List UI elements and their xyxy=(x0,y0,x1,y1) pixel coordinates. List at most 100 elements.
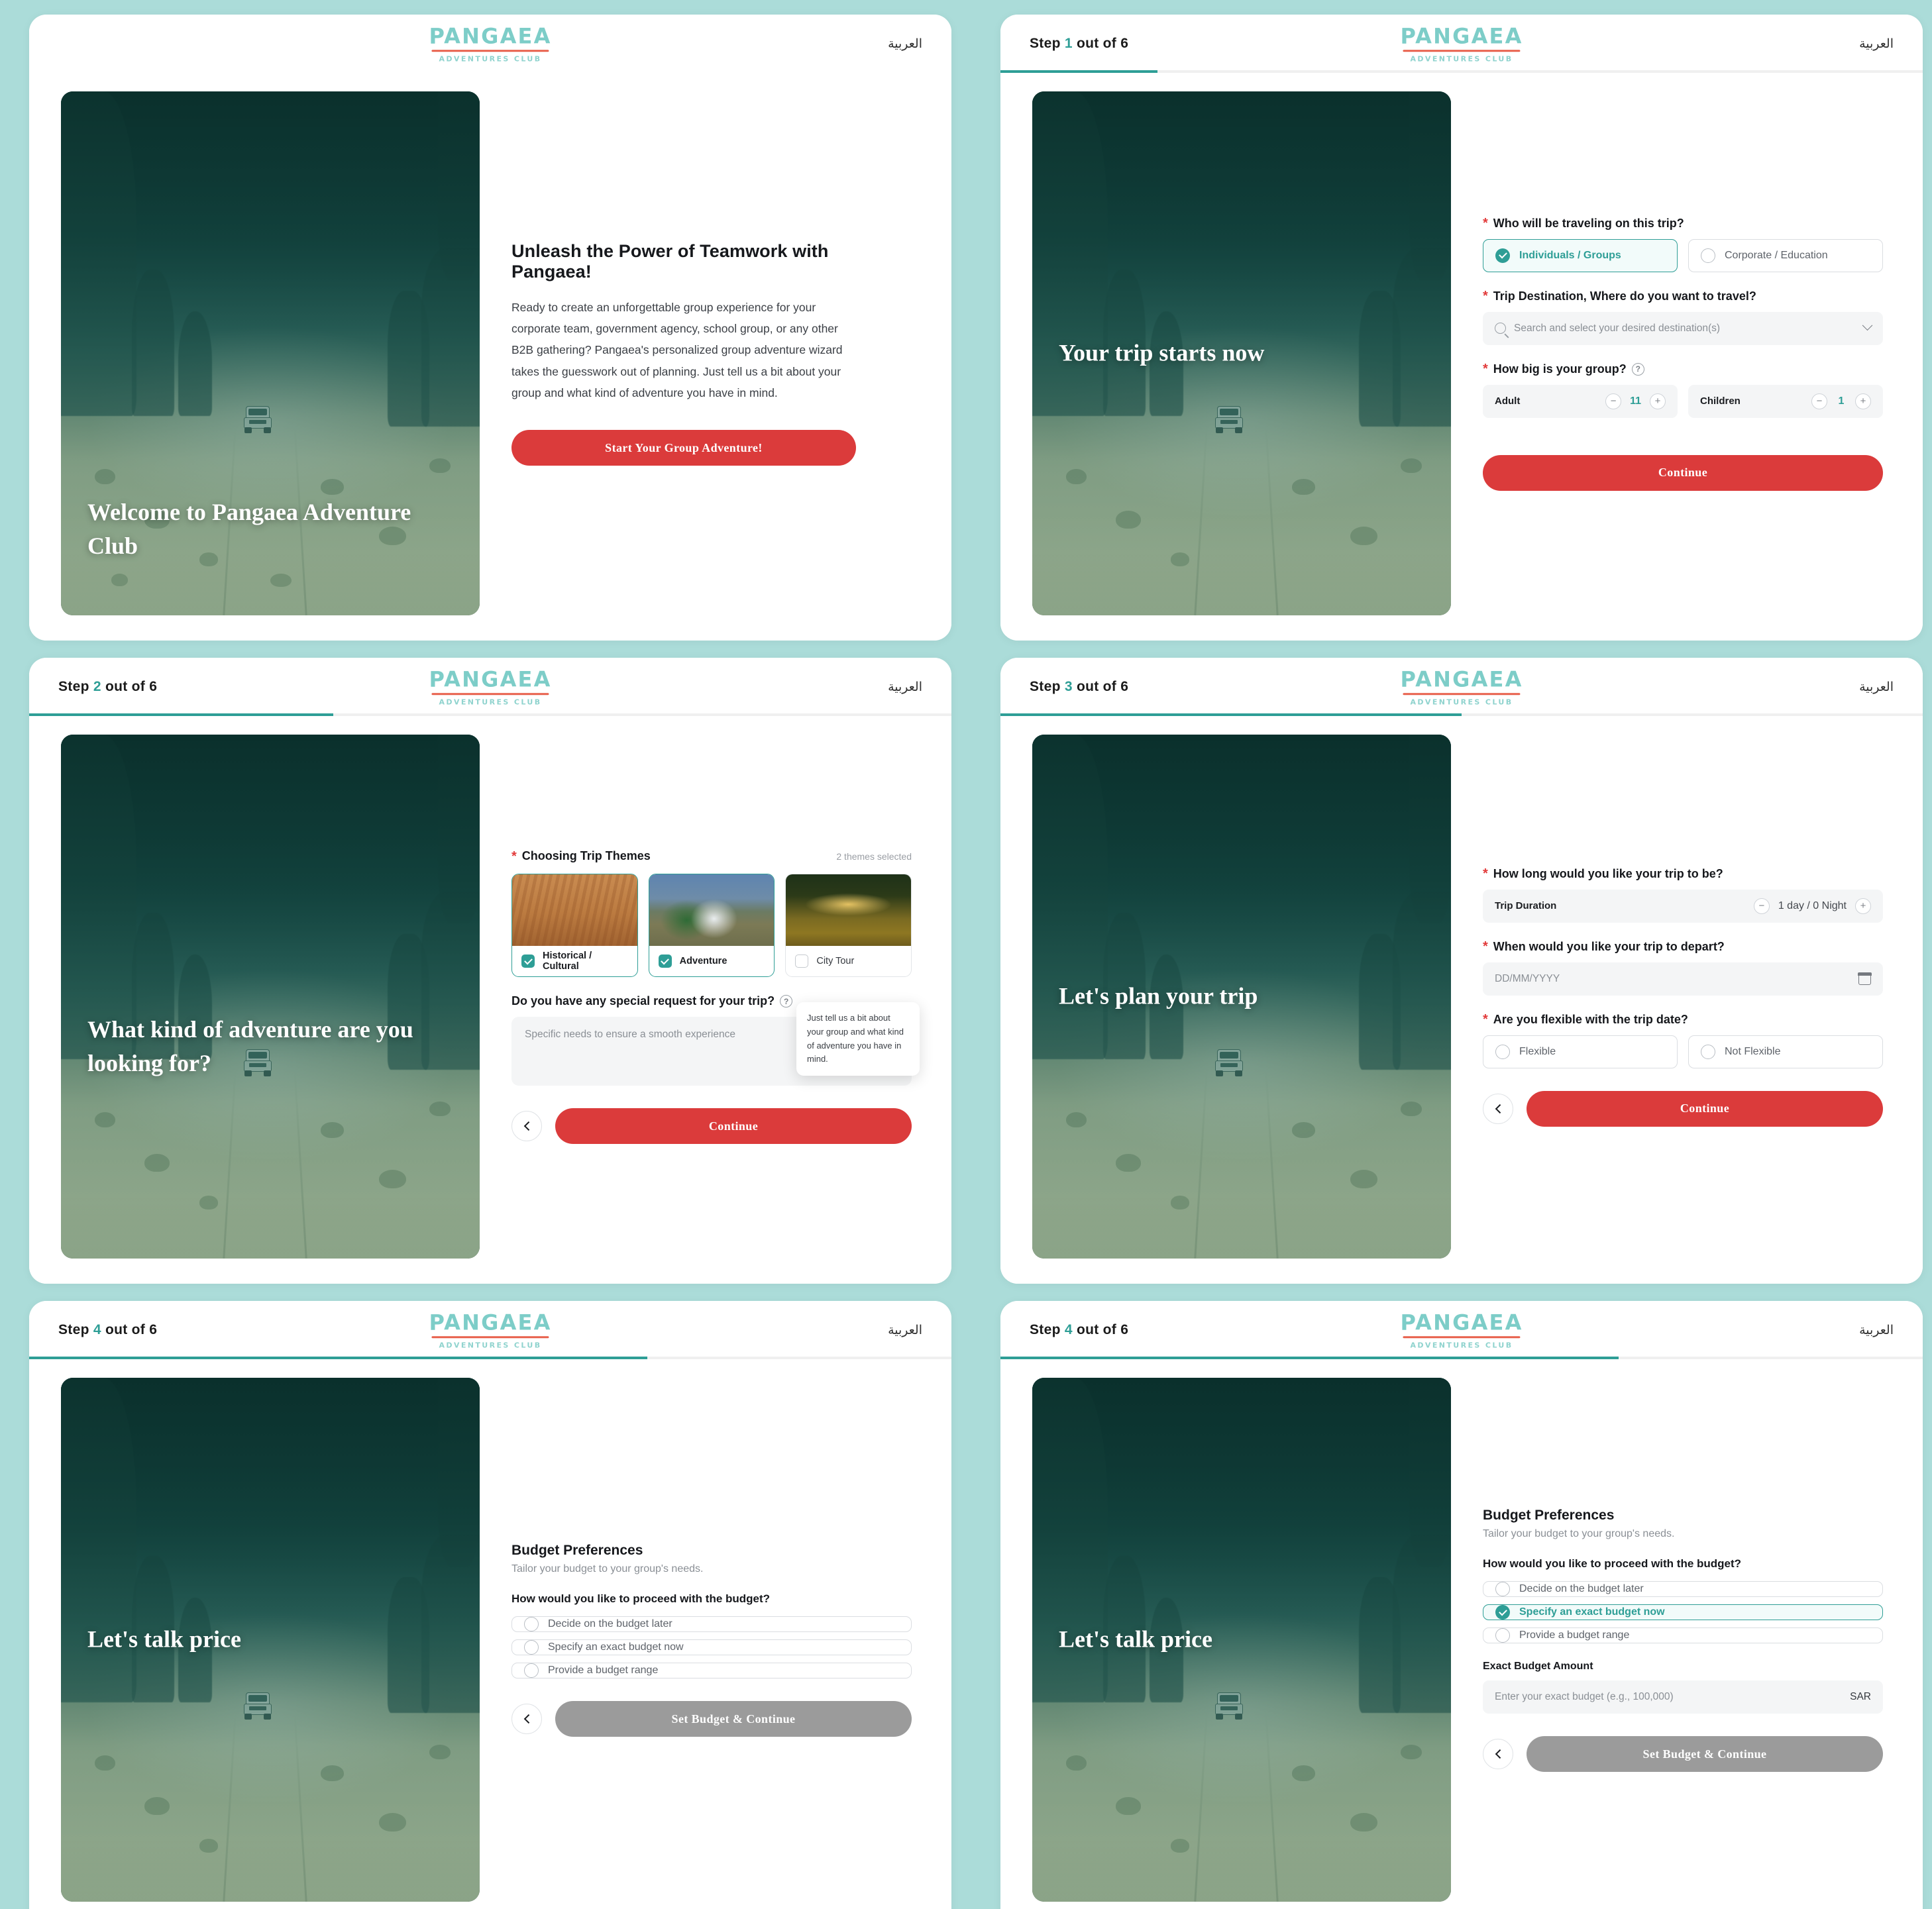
checkbox-icon[interactable] xyxy=(658,954,672,968)
radio-icon xyxy=(524,1663,539,1678)
panel-body: Let's talk price Budget Preferences Tail… xyxy=(29,1359,951,1909)
step-indicator: Step 1 out of 6 xyxy=(1030,36,1128,52)
checkbox-icon[interactable] xyxy=(521,954,535,968)
adult-decrement-button[interactable]: − xyxy=(1605,393,1622,409)
panel-header: Step 2 out of 6 PANGAEA ADVENTURES CLUB … xyxy=(29,658,951,716)
step1-form: * Who will be traveling on this trip? In… xyxy=(1483,91,1891,615)
step-prefix: Step xyxy=(1030,36,1061,51)
brand-logo: PANGAEA ADVENTURES CLUB xyxy=(429,668,551,705)
destination-select[interactable]: Search and select your desired destinati… xyxy=(1483,311,1883,345)
theme-card-historical[interactable]: Historical / Cultural xyxy=(511,874,638,977)
theme-thumbnail xyxy=(512,874,637,946)
language-toggle[interactable]: العربية xyxy=(888,1323,922,1338)
hero-image: What kind of adventure are you looking f… xyxy=(61,735,480,1259)
budget-option-exact[interactable]: Specify an exact budget now xyxy=(511,1639,912,1655)
language-toggle[interactable]: العربية xyxy=(888,680,922,695)
children-value: 1 xyxy=(1838,395,1845,407)
exact-budget-input[interactable]: Enter your exact budget (e.g., 100,000) … xyxy=(1483,1680,1883,1714)
logo-underline xyxy=(431,693,549,695)
traveler-options: Individuals / Groups Corporate / Educati… xyxy=(1483,238,1883,272)
radio-icon xyxy=(1495,1044,1510,1059)
budget-option-later[interactable]: Decide on the budget later xyxy=(1483,1581,1883,1597)
logo-wordmark: PANGAEA xyxy=(429,1310,552,1335)
brand-logo: PANGAEA ADVENTURES CLUB xyxy=(1400,1312,1523,1349)
radio-icon xyxy=(524,1640,539,1655)
step-number: 4 xyxy=(93,1322,101,1337)
budget-option-later[interactable]: Decide on the budget later xyxy=(511,1616,912,1632)
panel-step4-empty: Step 4 out of 6 PANGAEA ADVENTURES CLUB … xyxy=(29,1301,951,1909)
chevron-left-icon xyxy=(1495,1749,1505,1759)
budget-option-exact[interactable]: Specify an exact budget now xyxy=(1483,1604,1883,1620)
special-request-wrap: Specific needs to ensure a smooth experi… xyxy=(511,1002,920,1086)
checkbox-icon[interactable] xyxy=(795,954,809,968)
start-adventure-button[interactable]: Start Your Group Adventure! xyxy=(511,430,856,466)
help-tooltip: Just tell us a bit about your group and … xyxy=(796,1002,920,1076)
depart-question-label: * When would you like your trip to depar… xyxy=(1483,939,1725,954)
step4-nav: Set Budget & Continue xyxy=(511,1701,912,1737)
adult-increment-button[interactable]: + xyxy=(1650,393,1666,409)
back-button[interactable] xyxy=(511,1704,542,1734)
set-budget-continue-button[interactable]: Set Budget & Continue xyxy=(555,1701,912,1737)
continue-button[interactable]: Continue xyxy=(1527,1090,1883,1127)
budget-heading: Budget Preferences xyxy=(1483,1508,1615,1523)
budget-form: Budget Preferences Tailor your budget to… xyxy=(511,1378,920,1902)
budget-option-range[interactable]: Provide a budget range xyxy=(511,1663,912,1678)
back-button[interactable] xyxy=(1483,1093,1513,1124)
calendar-icon[interactable] xyxy=(1858,972,1872,985)
currency-label: SAR xyxy=(1850,1691,1871,1702)
theme-card-adventure[interactable]: Adventure xyxy=(648,874,775,977)
step-suffix: out of 6 xyxy=(1076,36,1129,51)
budget-heading: Budget Preferences xyxy=(511,1543,643,1558)
progress-fill xyxy=(1000,713,1462,716)
duration-decrement-button[interactable]: − xyxy=(1753,898,1770,914)
intro-form: Unleash the Power of Teamwork with Panga… xyxy=(511,91,920,615)
theme-card-city-tour[interactable]: City Tour xyxy=(785,874,912,977)
hero-image: Let's plan your trip xyxy=(1032,735,1451,1259)
radio-icon xyxy=(1495,1628,1510,1643)
search-icon xyxy=(1495,323,1506,334)
traveler-option-corporate[interactable]: Corporate / Education xyxy=(1688,238,1883,272)
flexible-option-no[interactable]: Not Flexible xyxy=(1688,1035,1883,1068)
hero-image: Your trip starts now xyxy=(1032,91,1451,615)
children-increment-button[interactable]: + xyxy=(1855,393,1871,409)
hero-title: Let's talk price xyxy=(1059,1625,1212,1653)
destination-placeholder: Search and select your desired destinati… xyxy=(1514,322,1721,334)
back-button[interactable] xyxy=(1483,1739,1513,1769)
help-icon[interactable]: ? xyxy=(780,995,793,1007)
help-icon[interactable]: ? xyxy=(1631,362,1644,376)
language-toggle[interactable]: العربية xyxy=(1859,680,1894,695)
set-budget-continue-button[interactable]: Set Budget & Continue xyxy=(1527,1736,1883,1772)
logo-tagline: ADVENTURES CLUB xyxy=(439,1340,542,1349)
required-asterisk: * xyxy=(1483,866,1488,881)
language-toggle[interactable]: العربية xyxy=(888,36,922,52)
duration-increment-button[interactable]: + xyxy=(1855,898,1871,914)
required-asterisk: * xyxy=(1483,289,1488,303)
step-indicator: Step 4 out of 6 xyxy=(1030,1322,1129,1337)
progress-bar xyxy=(1000,1357,1923,1359)
language-toggle[interactable]: العربية xyxy=(1859,36,1894,52)
budget-options: Decide on the budget later Specify an ex… xyxy=(511,1616,912,1678)
progress-bar xyxy=(29,713,951,716)
budget-option-range[interactable]: Provide a budget range xyxy=(1483,1627,1883,1643)
radio-icon xyxy=(1495,1582,1510,1596)
panel-step4-exact: Step 4 out of 6 PANGAEA ADVENTURES CLUB … xyxy=(1000,1301,1923,1909)
children-decrement-button[interactable]: − xyxy=(1811,393,1827,409)
flexible-option-yes[interactable]: Flexible xyxy=(1483,1035,1678,1068)
language-toggle[interactable]: العربية xyxy=(1859,1323,1894,1338)
continue-button[interactable]: Continue xyxy=(555,1108,912,1144)
theme-label: Adventure xyxy=(679,956,727,966)
continue-button[interactable]: Continue xyxy=(1483,454,1883,491)
themes-header: * Choosing Trip Themes 2 themes selected xyxy=(511,849,912,863)
panel-header: PANGAEA ADVENTURES CLUB العربية xyxy=(29,15,951,73)
step-indicator: Step 3 out of 6 xyxy=(1030,679,1129,694)
departure-date-input[interactable]: DD/MM/YYYY xyxy=(1483,962,1883,996)
traveler-option-individuals[interactable]: Individuals / Groups xyxy=(1483,238,1678,272)
logo-underline xyxy=(1403,693,1521,695)
panel-body: Welcome to Pangaea Adventure Club Unleas… xyxy=(29,73,951,641)
back-button[interactable] xyxy=(511,1111,542,1141)
radio-icon xyxy=(524,1617,539,1631)
hero-image: Welcome to Pangaea Adventure Club xyxy=(61,91,480,615)
step2-form: * Choosing Trip Themes 2 themes selected… xyxy=(511,735,920,1259)
children-counter: Children − 1 + xyxy=(1688,384,1883,418)
trip-duration-counter: Trip Duration − 1 day / 0 Night + xyxy=(1483,889,1883,923)
